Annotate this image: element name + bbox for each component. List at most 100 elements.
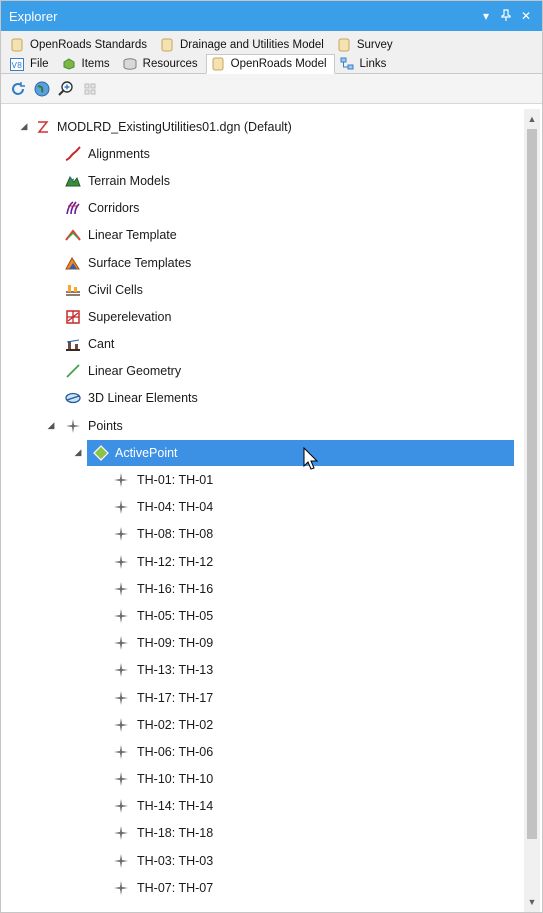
point-star-icon	[113, 744, 129, 760]
active-point-diamond-icon	[93, 444, 109, 461]
tree-node-linear-geometry[interactable]: Linear Geometry	[13, 358, 516, 385]
tab-label: Survey	[356, 39, 393, 51]
filter-icon[interactable]	[79, 78, 101, 100]
tree-node-label: Alignments	[88, 146, 150, 161]
tree-node-linear-template[interactable]: Linear Template	[13, 222, 516, 249]
civil-cells-icon	[65, 282, 81, 298]
database-icon	[160, 38, 174, 52]
tree-node-point[interactable]: TH-10: TH-10	[13, 766, 516, 793]
tree-node-point[interactable]: TH-02: TH-02	[13, 711, 516, 738]
tree-node-label: TH-12: TH-12	[137, 554, 214, 569]
zoom-icon[interactable]	[55, 78, 77, 100]
point-star-icon	[113, 526, 129, 542]
terrain-icon	[65, 173, 81, 189]
point-star-icon	[113, 825, 129, 841]
tree-node-label: TH-13: TH-13	[137, 663, 214, 678]
tree-node-superelevation[interactable]: Superelevation	[13, 303, 516, 330]
tree-node-point[interactable]: TH-16: TH-16	[13, 575, 516, 602]
collapse-arrow-icon[interactable]: ◢	[73, 447, 83, 458]
point-star-icon	[113, 472, 129, 488]
tab-links[interactable]: Links	[335, 55, 395, 73]
point-star-icon	[113, 635, 129, 651]
scroll-down-arrow-icon[interactable]: ▼	[524, 894, 540, 910]
tree-node-point[interactable]: TH-13: TH-13	[13, 657, 516, 684]
svg-text:V8: V8	[12, 61, 23, 70]
point-star-icon	[113, 771, 129, 787]
tree-node-point[interactable]: TH-14: TH-14	[13, 793, 516, 820]
tree-node-label: Cant	[88, 337, 115, 352]
tree-node-label: Linear Template	[88, 228, 177, 243]
tree-node-label: TH-08: TH-08	[137, 527, 214, 542]
tree-node-point[interactable]: TH-06: TH-06	[13, 738, 516, 765]
tree-node-activepoint[interactable]: ◢ ActivePoint	[13, 439, 516, 467]
surface-template-icon	[65, 255, 81, 271]
tree-node-point[interactable]: TH-17: TH-17	[13, 684, 516, 711]
database-icon	[211, 57, 225, 71]
tree-node-label: MODLRD_ExistingUtilities01.dgn (Default)	[57, 119, 292, 134]
tree-node-surface-templates[interactable]: Surface Templates	[13, 249, 516, 276]
tree-node-corridors[interactable]: Corridors	[13, 195, 516, 222]
tree-node-point[interactable]: TH-09: TH-09	[13, 630, 516, 657]
tab-file[interactable]: V8 File	[5, 55, 57, 73]
tree-node-label: TH-01: TH-01	[137, 473, 214, 488]
tree-node-label: TH-06: TH-06	[137, 744, 214, 759]
tree-node-civil-cells[interactable]: Civil Cells	[13, 276, 516, 303]
tab-openroads-standards[interactable]: OpenRoads Standards	[5, 36, 155, 54]
globe-icon[interactable]	[31, 78, 53, 100]
point-star-icon	[113, 880, 129, 896]
pin-button[interactable]	[498, 8, 514, 24]
tree-node-points[interactable]: ◢ Points	[13, 412, 516, 439]
scroll-up-arrow-icon[interactable]: ▲	[524, 111, 540, 127]
tab-drainage-utilities[interactable]: Drainage and Utilities Model	[155, 36, 332, 54]
toolbar	[1, 74, 542, 104]
cant-icon	[65, 336, 81, 352]
database-icon	[337, 38, 351, 52]
tree-node-root[interactable]: ◢ MODLRD_ExistingUtilities01.dgn (Defaul…	[13, 113, 516, 140]
tab-openroads-model[interactable]: OpenRoads Model	[205, 54, 335, 74]
collapse-arrow-icon[interactable]: ◢	[46, 420, 56, 431]
tree-node-3d-linear-elements[interactable]: 3D Linear Elements	[13, 385, 516, 412]
refresh-icon[interactable]	[7, 78, 29, 100]
tree-node-label: Linear Geometry	[88, 364, 182, 379]
tab-row-1: OpenRoads Standards Drainage and Utiliti…	[5, 35, 538, 54]
tree-node-point[interactable]: TH-07: TH-07	[13, 874, 516, 901]
tab-label: File	[30, 58, 49, 70]
tree-node-cant[interactable]: Cant	[13, 331, 516, 358]
tree-node-point[interactable]: TH-04: TH-04	[13, 494, 516, 521]
vertical-scrollbar[interactable]: ▲ ▼	[524, 109, 540, 912]
tree-node-label: ActivePoint	[115, 445, 178, 460]
tree-node-alignments[interactable]: Alignments	[13, 140, 516, 167]
point-star-icon	[113, 608, 129, 624]
tree-node-point[interactable]: TH-12: TH-12	[13, 548, 516, 575]
points-list: TH-01: TH-01 TH-04: TH-04 TH-08: TH-08 TH-1…	[13, 466, 516, 901]
point-star-icon	[113, 581, 129, 597]
tree-node-label: TH-18: TH-18	[137, 826, 214, 841]
tree-node-point[interactable]: TH-03: TH-03	[13, 847, 516, 874]
superelevation-icon	[65, 309, 81, 325]
tab-items[interactable]: Items	[57, 55, 118, 73]
dropdown-button[interactable]: ▾	[478, 9, 494, 23]
close-button[interactable]: ✕	[518, 9, 534, 23]
tab-resources[interactable]: Resources	[118, 55, 206, 73]
point-star-icon	[113, 717, 129, 733]
tree-node-label: TH-17: TH-17	[137, 690, 214, 705]
collapse-arrow-icon[interactable]: ◢	[19, 121, 29, 132]
v8-file-icon: V8	[10, 57, 24, 71]
alignment-icon	[65, 146, 81, 162]
tree-node-point[interactable]: TH-18: TH-18	[13, 820, 516, 847]
tree-view[interactable]: ◢ MODLRD_ExistingUtilities01.dgn (Defaul…	[13, 113, 516, 912]
tab-label: OpenRoads Model	[230, 58, 327, 70]
tree-node-point[interactable]: TH-05: TH-05	[13, 602, 516, 629]
database-icon	[10, 38, 24, 52]
tree-node-terrain-models[interactable]: Terrain Models	[13, 167, 516, 194]
tree-node-label: TH-07: TH-07	[137, 880, 214, 895]
scrollbar-thumb[interactable]	[527, 129, 537, 839]
point-star-icon	[113, 554, 129, 570]
tree-panel: ◢ MODLRD_ExistingUtilities01.dgn (Defaul…	[1, 109, 542, 912]
point-star-icon	[113, 853, 129, 869]
tree-node-label: Civil Cells	[88, 282, 143, 297]
point-star-icon	[113, 499, 129, 515]
tree-node-point[interactable]: TH-08: TH-08	[13, 521, 516, 548]
tab-survey[interactable]: Survey	[332, 36, 401, 54]
tree-node-point[interactable]: TH-01: TH-01	[13, 466, 516, 493]
